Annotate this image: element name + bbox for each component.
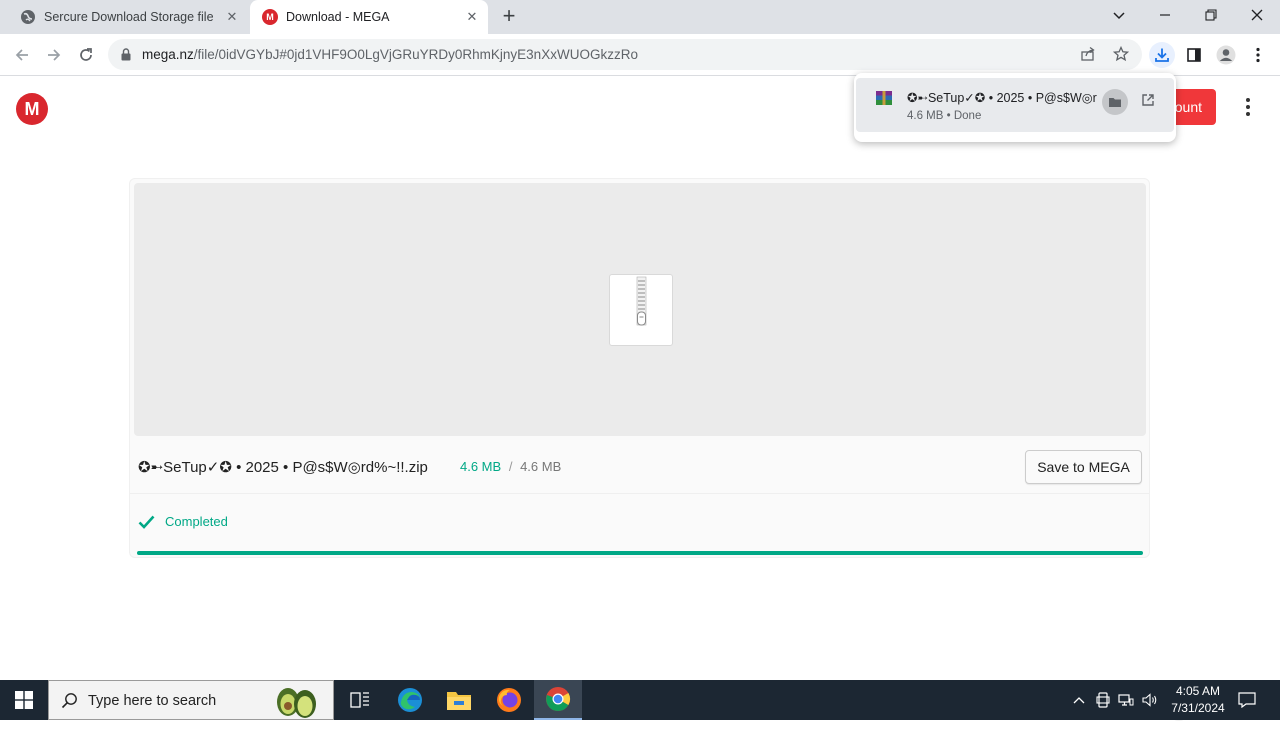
share-icon[interactable] bbox=[1080, 46, 1096, 67]
windows-taskbar: Type here to search 4:05 AM 7/31/2024 bbox=[0, 680, 1280, 720]
address-bar[interactable]: mega.nz/file/0idVGYbJ#0jd1VHF9O0LgVjGRuY… bbox=[108, 39, 1142, 70]
url-host: mega.nz bbox=[142, 47, 194, 62]
mega-logo[interactable]: M bbox=[16, 93, 48, 125]
mega-favicon-icon: M bbox=[262, 9, 278, 25]
size-separator: / bbox=[508, 459, 513, 474]
downloads-icon[interactable] bbox=[1149, 42, 1175, 68]
network-icon[interactable] bbox=[1117, 691, 1135, 709]
profile-avatar-icon[interactable] bbox=[1214, 43, 1238, 67]
mega-download-page: M ount ✪➸SeTup✓✪ • 2025 • P@s$W◎rd%~!!.z… bbox=[0, 77, 1280, 729]
browser-menu-icon[interactable] bbox=[1246, 43, 1270, 67]
system-clock[interactable]: 4:05 AM 7/31/2024 bbox=[1160, 683, 1236, 717]
clock-date: 7/31/2024 bbox=[1171, 701, 1225, 715]
start-button[interactable] bbox=[0, 680, 48, 720]
file-card: ✪➸SeTup✓✪ • 2025 • P@s$W◎rd%~!!.zip 4.6 … bbox=[129, 178, 1150, 558]
tab-title: Sercure Download Storage file bbox=[44, 10, 214, 24]
device-icon[interactable] bbox=[1094, 691, 1112, 709]
show-in-folder-icon[interactable] bbox=[1102, 89, 1128, 115]
taskbar-search-box[interactable]: Type here to search bbox=[48, 680, 334, 720]
forward-button[interactable] bbox=[41, 42, 67, 68]
reload-button[interactable] bbox=[73, 42, 99, 68]
download-progress-bar bbox=[137, 551, 1143, 555]
download-meta: 4.6 MB • Done bbox=[907, 110, 982, 122]
zip-file-icon bbox=[609, 274, 673, 346]
close-tab-icon[interactable]: ✕ bbox=[222, 7, 242, 27]
windows-logo-icon bbox=[15, 691, 33, 709]
check-icon bbox=[138, 515, 155, 529]
close-window-button[interactable] bbox=[1234, 0, 1280, 30]
bookmark-star-icon[interactable] bbox=[1112, 45, 1130, 67]
tab-strip: Sercure Download Storage file ✕ M Downlo… bbox=[0, 0, 1280, 34]
browser-toolbar: mega.nz/file/0idVGYbJ#0jd1VHF9O0LgVjGRuY… bbox=[0, 34, 1280, 76]
restore-button[interactable] bbox=[1188, 0, 1234, 30]
task-view-icon[interactable] bbox=[336, 680, 384, 720]
file-info-row: ✪➸SeTup✓✪ • 2025 • P@s$W◎rd%~!!.zip 4.6 … bbox=[130, 440, 1149, 494]
archive-file-icon bbox=[875, 90, 893, 111]
open-external-icon[interactable] bbox=[1138, 90, 1158, 110]
side-panel-icon[interactable] bbox=[1182, 43, 1206, 67]
chrome-icon[interactable] bbox=[534, 680, 582, 720]
volume-icon[interactable] bbox=[1141, 691, 1159, 709]
edge-browser-icon[interactable] bbox=[386, 680, 434, 720]
clock-time: 4:05 AM bbox=[1175, 684, 1221, 698]
file-name: ✪➸SeTup✓✪ • 2025 • P@s$W◎rd%~!!.zip bbox=[138, 459, 428, 476]
close-tab-icon[interactable]: ✕ bbox=[462, 7, 482, 27]
notifications-icon[interactable] bbox=[1238, 691, 1256, 709]
show-hidden-icons-chevron-icon[interactable] bbox=[1070, 691, 1088, 709]
tab-download-mega[interactable]: M Download - MEGA ✕ bbox=[250, 0, 488, 34]
file-preview-area bbox=[134, 183, 1146, 436]
tab-search-icon[interactable] bbox=[1096, 0, 1142, 30]
file-size: 4.6 MB / 4.6 MB bbox=[460, 459, 561, 474]
total-size: 4.6 MB bbox=[520, 459, 562, 474]
download-bubble: ✪➸SeTup✓✪ • 2025 • P@s$W◎rd%~!!.zip 4.6 … bbox=[854, 73, 1176, 142]
url-text[interactable]: mega.nz/file/0idVGYbJ#0jd1VHF9O0LgVjGRuY… bbox=[142, 47, 638, 62]
minimize-button[interactable] bbox=[1142, 0, 1188, 30]
file-explorer-icon[interactable] bbox=[435, 680, 483, 720]
search-icon bbox=[61, 692, 78, 714]
tab-title: Download - MEGA bbox=[286, 10, 390, 24]
save-to-mega-button[interactable]: Save to MEGA bbox=[1025, 450, 1142, 484]
firefox-icon[interactable] bbox=[485, 680, 533, 720]
status-text: Completed bbox=[165, 514, 228, 529]
download-status: Completed bbox=[138, 514, 228, 529]
download-item[interactable]: ✪➸SeTup✓✪ • 2025 • P@s$W◎rd%~!!.zip 4.6 … bbox=[856, 78, 1174, 132]
back-button[interactable] bbox=[9, 42, 35, 68]
globe-icon bbox=[20, 9, 36, 25]
more-menu-icon[interactable] bbox=[1238, 97, 1258, 117]
lock-icon[interactable] bbox=[120, 48, 132, 66]
avocado-search-highlight-icon bbox=[271, 683, 321, 724]
download-file-name: ✪➸SeTup✓✪ • 2025 • P@s$W◎rd%~!!.zip bbox=[907, 91, 1097, 105]
search-placeholder: Type here to search bbox=[88, 693, 217, 709]
downloaded-size: 4.6 MB bbox=[460, 459, 502, 474]
tab-secure-download[interactable]: Sercure Download Storage file ✕ bbox=[8, 0, 248, 34]
new-tab-button[interactable]: + bbox=[498, 5, 520, 28]
url-path: /file/0idVGYbJ#0jd1VHF9O0LgVjGRuYRDy0Rhm… bbox=[193, 47, 638, 62]
